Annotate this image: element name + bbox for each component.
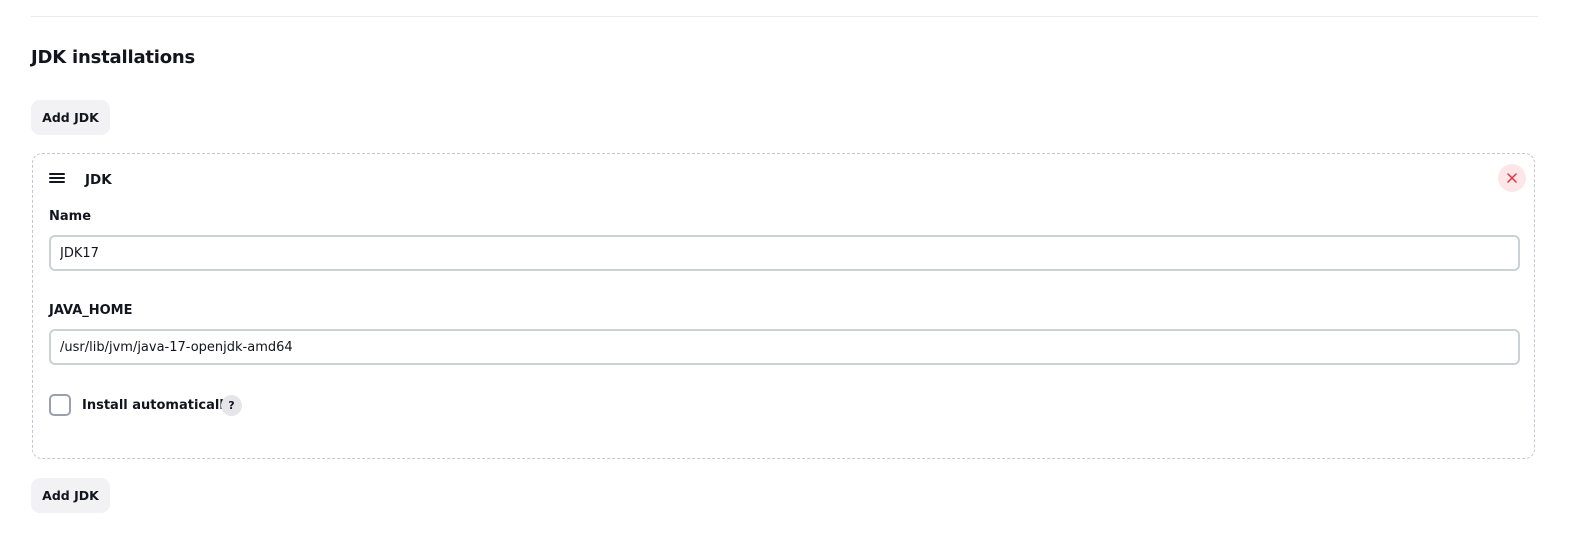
jdk-installation-card: JDK Name JAVA_HOME Install automatically… xyxy=(32,153,1535,459)
section-divider xyxy=(31,16,1538,17)
help-icon[interactable]: ? xyxy=(221,395,242,416)
section-title: JDK installations xyxy=(31,47,196,68)
name-label: Name xyxy=(49,209,92,224)
install-automatically-label: Install automatically xyxy=(82,398,233,413)
java-home-input[interactable] xyxy=(49,329,1520,365)
add-jdk-button-bottom[interactable]: Add JDK xyxy=(31,478,110,513)
drag-handle-icon[interactable] xyxy=(49,173,65,185)
java-home-label: JAVA_HOME xyxy=(49,303,133,318)
delete-jdk-button[interactable] xyxy=(1498,164,1526,192)
add-jdk-button[interactable]: Add JDK xyxy=(31,100,110,135)
jdk-card-title: JDK xyxy=(85,172,112,188)
close-icon xyxy=(1507,173,1517,183)
name-input[interactable] xyxy=(49,235,1520,271)
install-automatically-checkbox[interactable] xyxy=(49,394,71,416)
